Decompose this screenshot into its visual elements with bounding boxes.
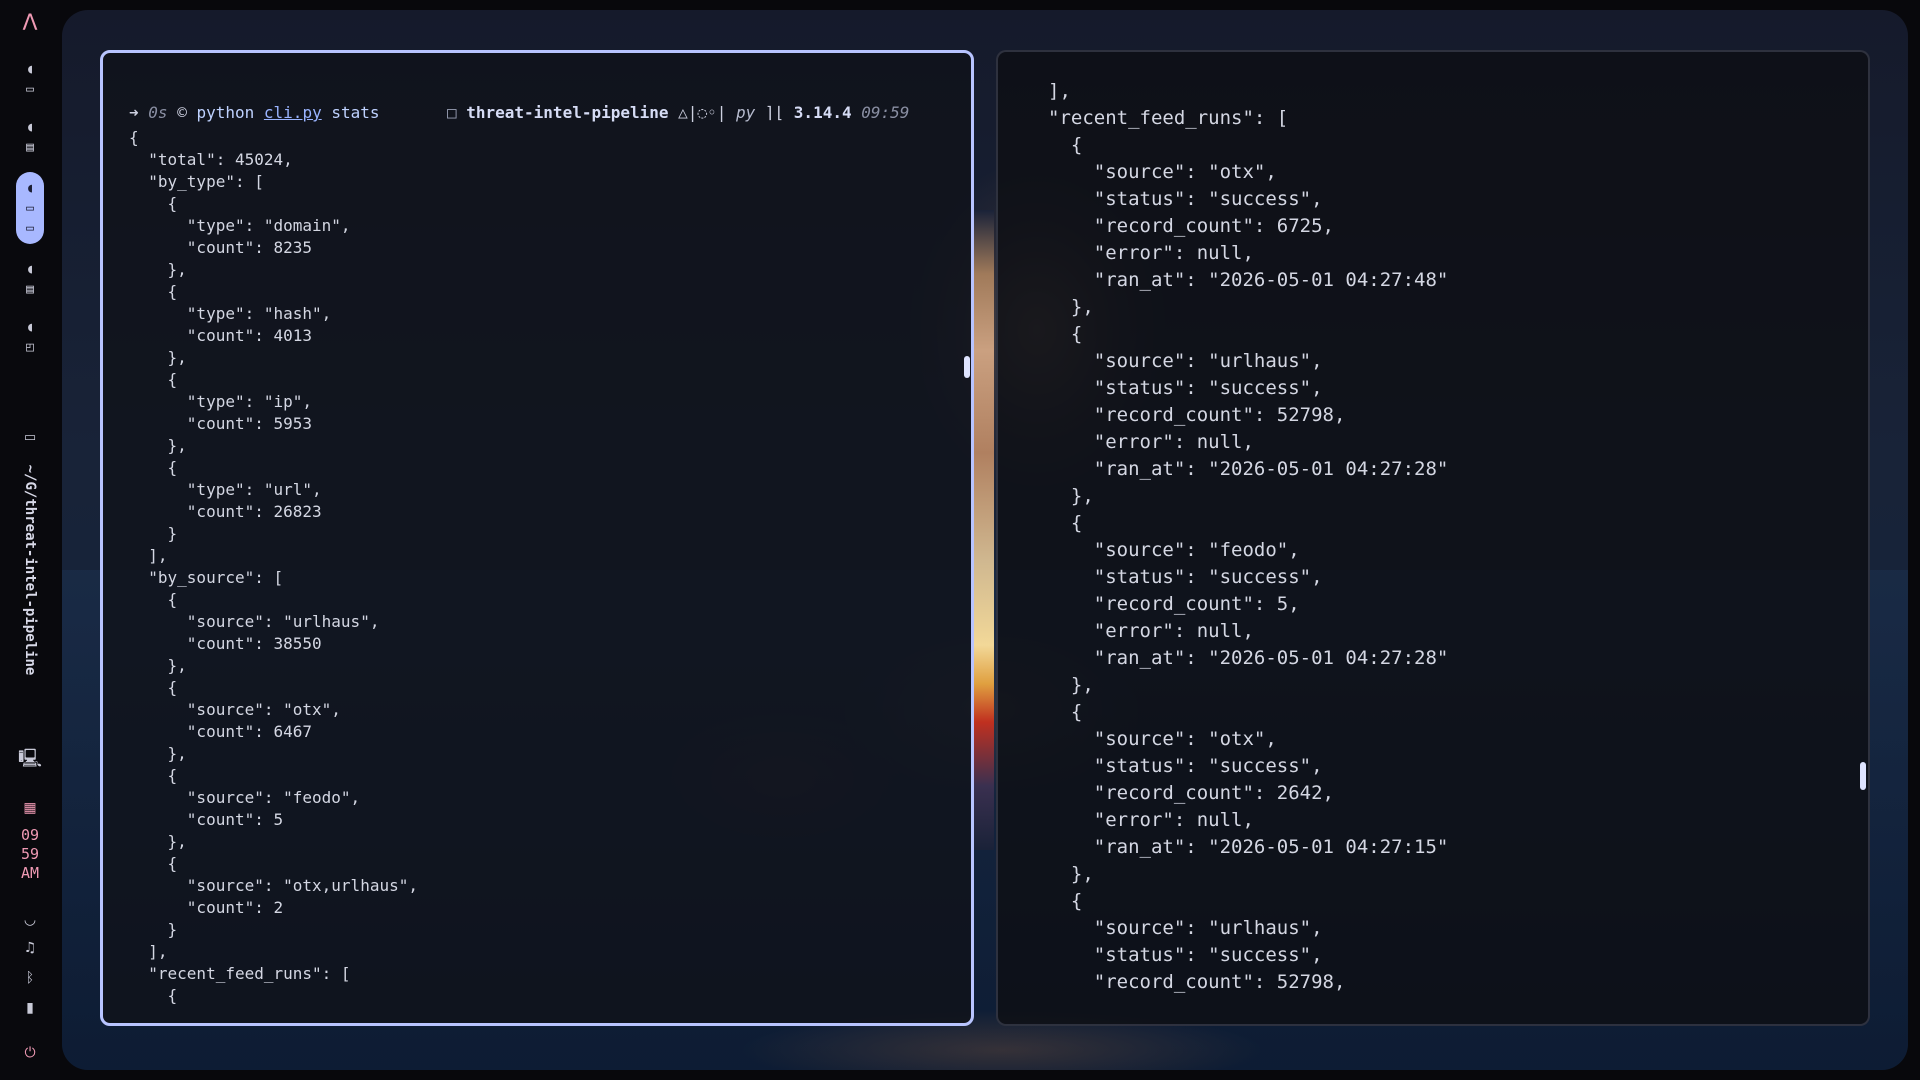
prompt-time: 09:59	[861, 103, 910, 122]
active-window-path: ~/G/threat-intel-pipeline	[22, 464, 38, 676]
git-status: △|◌◦|	[678, 103, 727, 122]
python-version: 3.14.4	[793, 103, 852, 122]
notification-icon[interactable]: ▮	[16, 1000, 44, 1016]
monitor-icon[interactable]: 🖳	[16, 748, 44, 772]
clock-hour: 09	[20, 826, 40, 844]
terminal-window-icon: ▭	[26, 200, 34, 216]
terminal-window-left[interactable]: ➜ 0s © python cli.py stats □ threat-inte…	[100, 50, 974, 1026]
sidebar: Λ ◖ ▭ ◖ ▤ ◖ ▭ ▭ ◖ ▤ ◖ ◰ ▭ ~/G/threat-int…	[0, 0, 60, 1080]
prompt-command: python	[196, 103, 255, 122]
bluetooth-icon[interactable]: ᛒ	[16, 970, 44, 986]
audio-icon[interactable]: ♫	[16, 940, 44, 956]
window-icon: ▤	[26, 281, 34, 297]
power-icon[interactable]: ⏻	[16, 1045, 44, 1061]
scrollbar-thumb[interactable]	[1860, 762, 1866, 790]
terminal-icon: ▭	[23, 429, 37, 445]
workspace-2[interactable]: ◖ ▤	[16, 113, 44, 161]
app-icon: ◖	[26, 319, 34, 335]
clock-minute: 59	[20, 845, 40, 863]
prompt-args: stats	[331, 103, 380, 122]
workspace-3-active[interactable]: ◖ ▭ ▭	[16, 172, 44, 244]
shell-prompt: ➜ 0s © python cli.py stats □ threat-inte…	[129, 103, 909, 122]
prompt-directory: threat-intel-pipeline	[466, 103, 669, 122]
app-icon: ◖	[26, 61, 34, 77]
window-icon: ▤	[26, 139, 34, 155]
scrollbar-thumb[interactable]	[964, 356, 970, 378]
prompt-duration: 0s	[148, 103, 168, 122]
folder-icon: □	[446, 103, 457, 122]
terminal-output: { "total": 45024, "by_type": [ { "type":…	[129, 128, 418, 1005]
wifi-icon[interactable]: ◡	[16, 912, 44, 928]
python-version-icon: ⌉⌊	[764, 103, 785, 122]
clock[interactable]: 09 59 AM	[12, 826, 48, 883]
prompt-symbol: ©	[177, 103, 187, 122]
app-icon: ◖	[26, 119, 34, 135]
workspace-5[interactable]: ◖ ◰	[16, 313, 44, 361]
prompt-lang: py	[735, 103, 756, 122]
clock-ampm: AM	[20, 864, 40, 882]
image-viewer-icon: ◰	[26, 339, 34, 355]
prompt-file-link[interactable]: cli.py	[264, 103, 322, 122]
terminal-window-right[interactable]: ], "recent_feed_runs": [ { "source": "ot…	[996, 50, 1870, 1026]
terminal-window-icon: ▭	[26, 220, 34, 236]
terminal-output: ], "recent_feed_runs": [ { "source": "ot…	[1048, 80, 1449, 993]
app-icon: ◖	[26, 180, 34, 196]
app-icon: ◖	[26, 261, 34, 277]
workspace-1[interactable]: ◖ ▭	[16, 55, 44, 103]
prompt-arrow-icon: ➜	[129, 103, 139, 122]
workspace-4[interactable]: ◖ ▤	[16, 255, 44, 303]
wallpaper-sunset-strip	[972, 210, 994, 850]
terminal-window-icon: ▭	[26, 81, 34, 97]
launcher-logo-icon[interactable]: Λ	[16, 11, 44, 36]
calendar-icon[interactable]: ▦	[16, 797, 44, 819]
